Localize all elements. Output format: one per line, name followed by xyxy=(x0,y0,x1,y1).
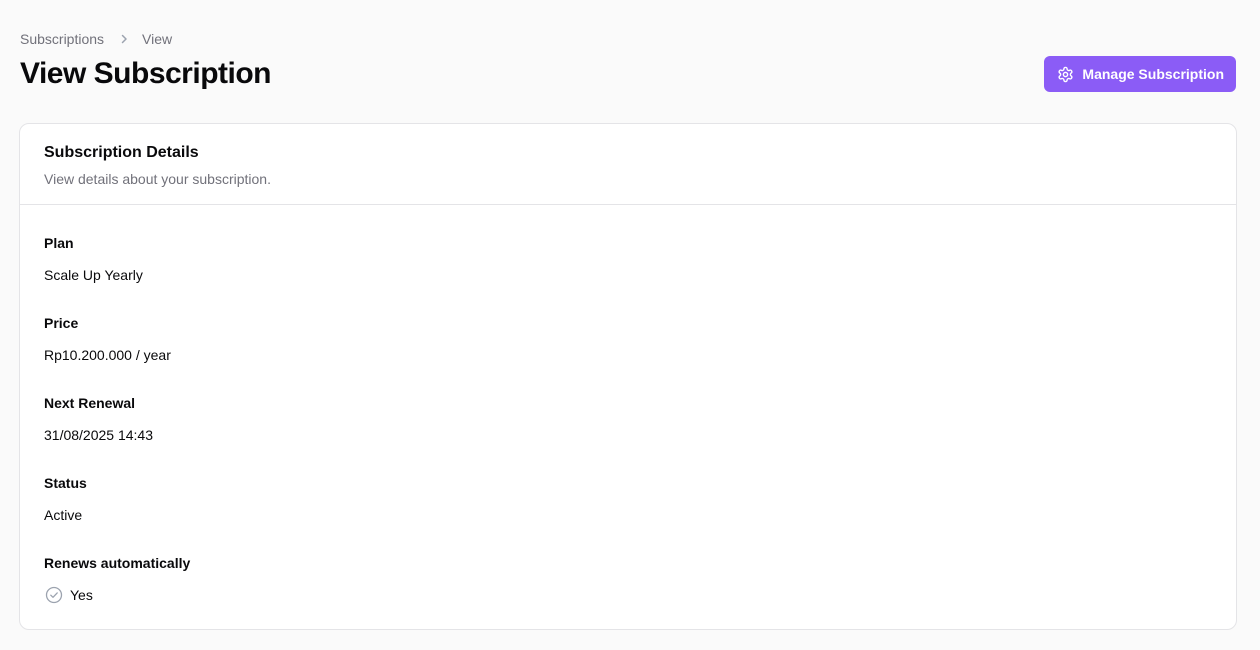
field-label: Price xyxy=(44,315,79,331)
field-value: Active xyxy=(44,507,83,523)
field-value-row: Yes xyxy=(44,586,1212,604)
card-title: Subscription Details xyxy=(44,144,199,161)
card-body: Plan Scale Up Yearly Price Rp10.200.000 … xyxy=(20,205,1236,634)
field-value: Rp10.200.000 / year xyxy=(44,347,171,363)
field-status: Status Active xyxy=(44,474,1212,554)
field-label: Plan xyxy=(44,235,74,251)
field-value: Scale Up Yearly xyxy=(44,267,143,283)
manage-subscription-button[interactable]: Manage Subscription xyxy=(1044,56,1236,92)
card-header: Subscription Details View details about … xyxy=(20,124,1236,205)
renews-automatically-value: Yes xyxy=(70,587,93,603)
breadcrumb-current: View xyxy=(142,31,173,47)
chevron-right-icon xyxy=(118,33,130,45)
page-title: View Subscription xyxy=(20,57,272,90)
page: Subscriptions View View Subscription Man… xyxy=(0,0,1260,650)
field-label: Status xyxy=(44,475,87,491)
field-price: Price Rp10.200.000 / year xyxy=(44,314,1212,394)
field-label: Next Renewal xyxy=(44,395,136,411)
breadcrumb: Subscriptions View xyxy=(20,30,172,48)
field-next-renewal: Next Renewal 31/08/2025 14:43 xyxy=(44,394,1212,474)
gear-icon xyxy=(1057,66,1074,83)
breadcrumb-link-subscriptions[interactable]: Subscriptions xyxy=(20,31,104,47)
field-renews-automatically: Renews automatically Yes xyxy=(44,554,1212,634)
field-plan: Plan Scale Up Yearly xyxy=(44,234,1212,314)
field-value: 31/08/2025 14:43 xyxy=(44,427,153,443)
subscription-details-card: Subscription Details View details about … xyxy=(19,123,1237,630)
manage-subscription-label: Manage Subscription xyxy=(1082,66,1224,82)
field-label: Renews automatically xyxy=(44,555,191,571)
card-description: View details about your subscription. xyxy=(44,171,271,187)
check-circle-icon xyxy=(45,586,63,604)
